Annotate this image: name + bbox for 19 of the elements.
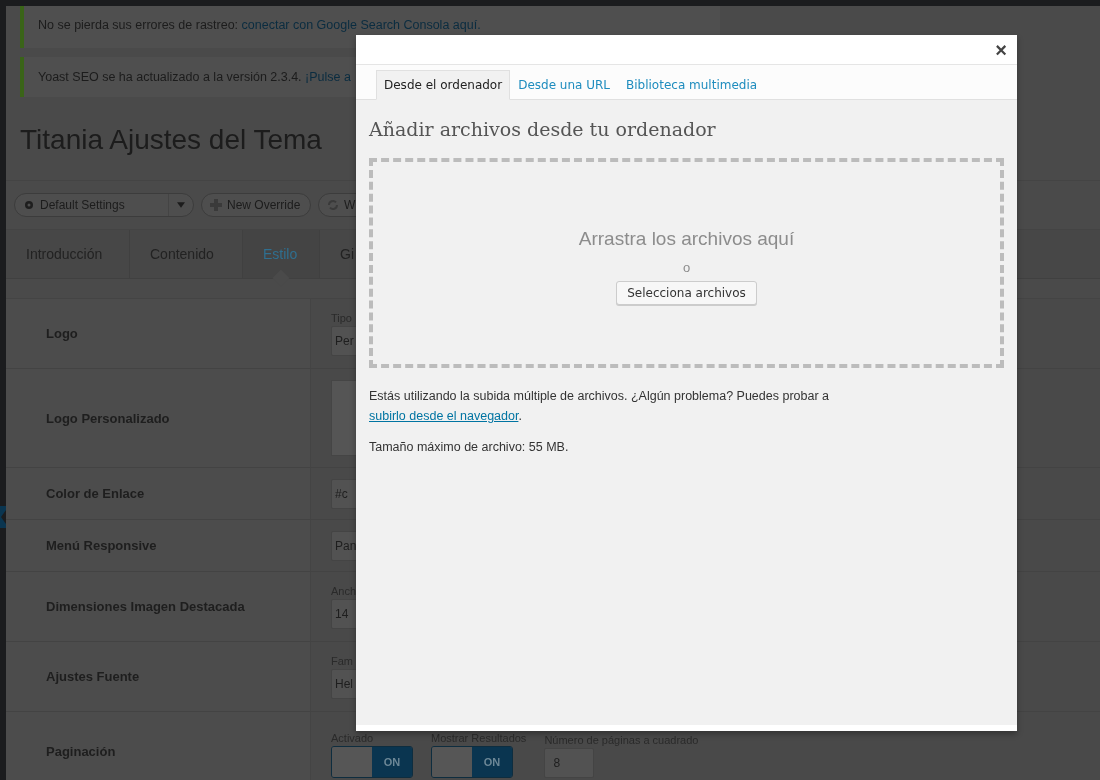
notice-link[interactable]: ¡Pulse a [305, 70, 351, 84]
upload-note: Estás utilizando la subida múltiple de archivos. ¿Algún problema? Puedes probar a subirlo desde el navegador. [369, 388, 830, 425]
drop-zone[interactable]: Arrastra los archivos aquí o Selecciona archivos [369, 158, 1004, 368]
toggle-switch[interactable]: ON [331, 746, 413, 778]
tab[interactable]: Desde una URL [510, 70, 618, 100]
notice-link[interactable]: conectar con Google Search Consola aquí. [241, 18, 481, 32]
toggle-switch[interactable]: ON [431, 746, 513, 778]
collapse-arrow-icon[interactable] [0, 506, 6, 528]
gear-icon [23, 199, 35, 211]
dialog-heading: Añadir archivos desde tu ordenador [369, 118, 717, 140]
browser-upload-link[interactable]: subirlo desde el navegador [369, 409, 519, 423]
tab[interactable]: Desde el ordenador [376, 70, 511, 100]
close-button[interactable]: × [993, 39, 1009, 60]
drop-text: Arrastra los archivos aquí [578, 227, 795, 250]
tab[interactable]: Biblioteca multimedia [618, 70, 766, 100]
caret-icon [168, 194, 185, 216]
or-text: o [682, 259, 691, 275]
select-files-button[interactable]: Selecciona archivos [616, 280, 757, 305]
max-size-text: Tamaño máximo de archivo: 55 MB. [369, 440, 570, 454]
